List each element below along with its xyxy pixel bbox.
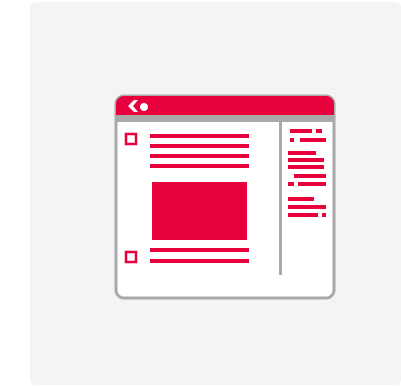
- window-title-bar: [116, 96, 334, 115]
- illustration-card: [30, 2, 401, 385]
- text-line: [150, 134, 249, 138]
- text-line: [150, 248, 249, 252]
- text-line: [150, 154, 249, 158]
- image-block: [152, 182, 247, 240]
- text-line: [150, 164, 249, 168]
- refresh-dot-icon: [140, 103, 148, 111]
- browser-window-layout-icon: [114, 94, 336, 300]
- text-line: [150, 144, 249, 148]
- text-line: [150, 259, 249, 263]
- sidebar-divider: [279, 122, 282, 275]
- title-bar-divider: [116, 115, 334, 122]
